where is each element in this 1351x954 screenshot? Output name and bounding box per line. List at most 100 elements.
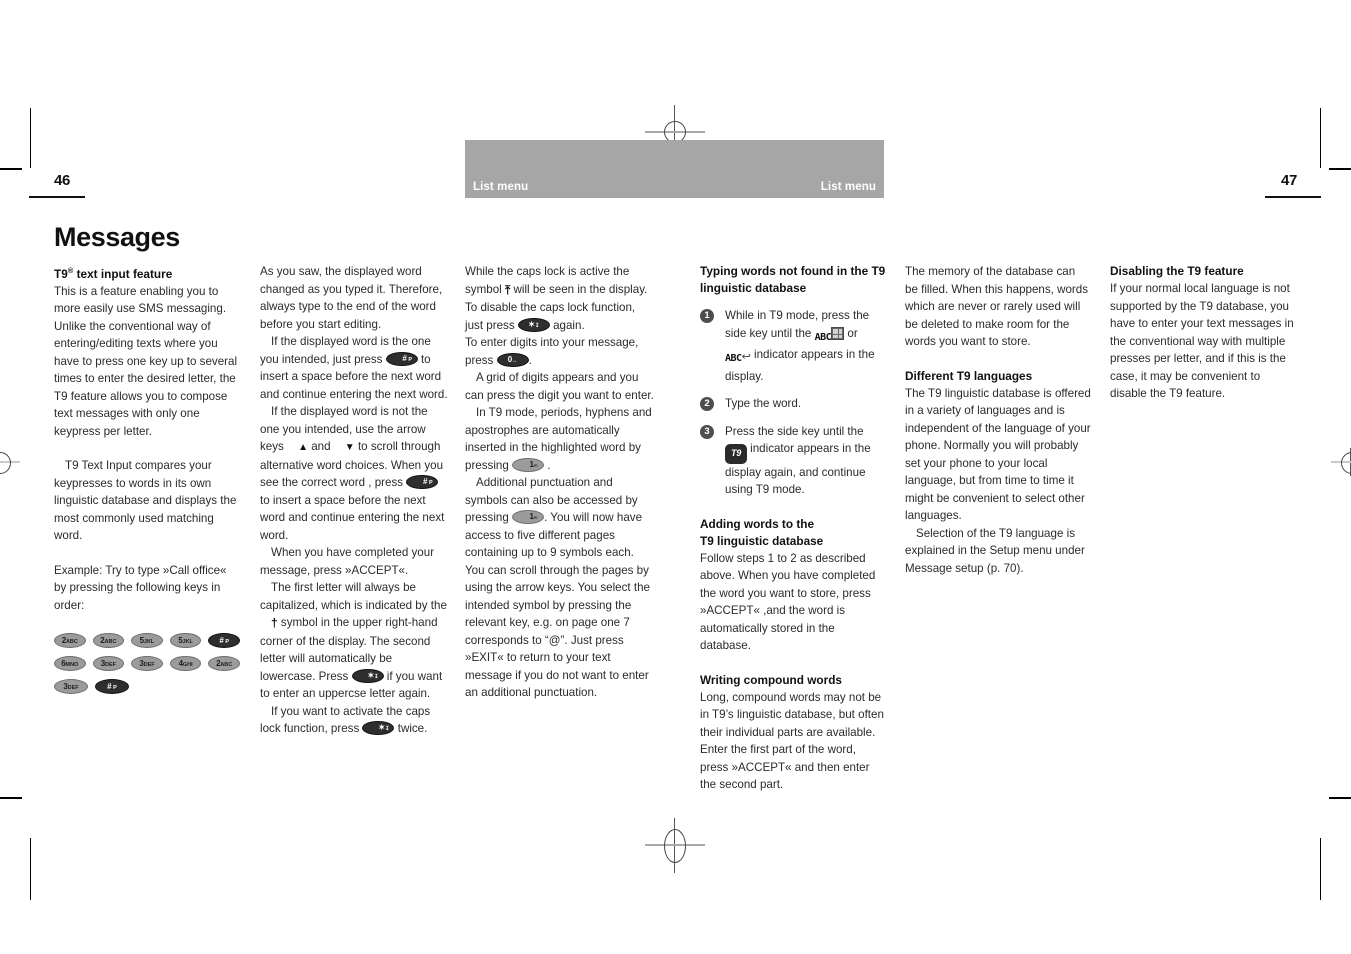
phone-key-4ghi-icon[interactable]: 4GHI [169,656,202,672]
hook-arrow-icon: ↩ [741,351,751,363]
running-head-left-label: List menu [473,181,529,193]
c2-paragraph-5: The first letter will always be capitali… [260,579,450,703]
column-6: Disabling the T9 feature If your normal … [1110,263,1296,403]
capslock-indicator-icon: ⤒ [504,282,511,297]
phone-key-6mno-icon[interactable]: 6MNO [54,656,86,672]
step-number-badge: 2 [700,397,714,411]
phone-key-hash-icon[interactable]: # P [208,633,240,649]
c3-paragraph-4: In T9 mode, periods, hyphens and apostro… [465,404,655,474]
heading-t9-main: T9 [54,266,68,281]
c1-paragraph-1: This is a feature enabling you to more e… [54,284,238,438]
heading-adding-words-line2: T9 linguistic database [700,533,824,548]
key-row-3: 3DEF # P [54,679,240,695]
heading-writing-compound-words: Writing compound words [700,672,842,687]
phone-key-zero-icon[interactable]: 0↔ [496,352,529,367]
c1-paragraph-2: T9 Text Input compares your keypresses t… [54,459,237,543]
abc-indicator-icon: ABC [814,331,832,343]
c3-paragraph-1: While the caps lock is active the symbol… [465,263,655,334]
phone-key-2abc-icon[interactable]: 2ABC [208,656,240,672]
c3-p2-text-b: . [528,353,532,367]
registration-mark-left-edge [0,448,20,476]
c2-paragraph-3: If the displayed word is not the one you… [260,403,450,544]
page-number-left-rule [29,196,85,198]
phone-key-star-icon[interactable]: ✶↧ [517,317,550,332]
phone-key-5jkl-icon[interactable]: 5JKL [131,633,163,649]
c5-paragraph-1: The memory of the database can be filled… [905,265,1089,348]
list-item: 3 Press the side key until the T9 indica… [700,423,886,499]
c3-p4-text-b: . [547,458,551,472]
heading-typing-words-not-found-line1: Typing words not found in the T9 [700,264,886,278]
heading-disabling-the-t9-feature: Disabling the T9 feature [1110,264,1244,278]
step-body: Press the side key until the T9 indicato… [725,423,886,499]
crop-mark-right-top-horizontal [1329,168,1351,170]
list-item: 2 Type the word. [700,395,886,413]
phone-key-star-icon[interactable]: ✶↧ [362,721,395,735]
key-row-2: 6MNO 3DEF 3DEF 4GHI 2ABC [54,656,240,672]
phone-key-hash-icon[interactable]: # P [406,475,439,489]
c6-paragraph-1: If your normal local language is not sup… [1110,282,1294,400]
step-body: While in T9 mode, press the side key unt… [725,307,886,385]
c2-paragraph-6: If you want to activate the caps lock fu… [260,703,450,738]
crop-mark-right-bottom-horizontal [1329,797,1351,799]
phone-key-3def-icon[interactable]: 3DEF [54,679,88,695]
phone-key-one-icon[interactable]: 1∞ [512,457,545,472]
column-5: The memory of the database can be filled… [905,263,1091,577]
phone-key-one-icon[interactable]: 1∞ [512,510,545,524]
step-body: Type the word. [725,397,802,410]
c2-p5-text-a: The first letter will always be capitali… [260,581,447,612]
phone-key-hash-icon[interactable]: # P [385,351,418,366]
arrow-up-icon: ▲ [298,442,308,453]
c2-p3-text-b: and [311,440,331,453]
c2-paragraph-1: As you saw, the displayed word changed a… [260,265,443,331]
crop-mark-left-bottom-horizontal [0,797,22,799]
c3-p4-text-a: In T9 mode, periods, hyphens and apostro… [465,406,652,472]
c2-p3-text-d: to insert a space before the next word a… [260,493,445,542]
crop-mark-bottom-left-vertical [30,838,31,900]
c3-paragraph-5: Additional punctuation and symbols can a… [465,474,655,702]
c2-paragraph-4: When you have completed your message, pr… [260,546,435,577]
heading-t9-rest: text input feature [73,266,173,281]
caps-indicator-icon: † [271,616,278,630]
phone-key-hash-icon[interactable]: # P [95,679,129,695]
c2-paragraph-2: If the displayed word is the one you int… [260,333,450,403]
abc-indicator-icon: ABC [725,353,742,364]
c5-paragraph-2: The T9 linguistic database is offered in… [905,386,1091,523]
heading-different-t9-languages: Different T9 languages [905,368,1033,383]
crop-mark-left-top-horizontal [0,168,22,170]
phone-key-2abc-icon[interactable]: 2ABC [92,633,125,649]
key-row-1: 2ABC 2ABC 5JKL 5JKL # P [54,633,240,649]
c4-paragraph-1: Follow steps 1 to 2 as described above. … [700,551,876,653]
c1-paragraph-3: Example: Try to type »Call office« by pr… [54,563,227,612]
example-key-sequence: 2ABC 2ABC 5JKL 5JKL # P 6MNO 3DEF 3DEF 4… [54,633,240,695]
c3-paragraph-3: A grid of digits appears and you can pre… [465,371,654,402]
page-number-left: 46 [54,172,71,189]
phone-key-star-icon[interactable]: ✶↧ [351,668,384,683]
c2-p6-text-b: twice. [397,722,428,735]
registration-mark-right-edge [1331,448,1351,476]
phone-key-5jkl-icon[interactable]: 5JKL [169,633,202,649]
arrow-down-icon: ▼ [344,442,355,453]
step-number-badge: 1 [700,309,714,323]
column-3: While the caps lock is active the symbol… [465,263,655,702]
grid-indicator-icon [831,326,845,340]
phone-key-2abc-icon[interactable]: 2ABC [54,633,86,649]
c3-paragraph-2: To enter digits into your message, press… [465,334,655,369]
phone-key-3def-icon[interactable]: 3DEF [131,656,163,672]
running-head-right-label: List menu [820,181,876,193]
c3-p2-text-a: To enter digits into your message, press [465,336,639,367]
step1-text-b: or [847,326,858,340]
step3-text-a: Press the side key until the [725,424,864,438]
steps-list: 1 While in T9 mode, press the side key u… [700,307,886,499]
running-head-band: List menu List menu [465,140,884,198]
heading-t9-text-input-feature: T9® text input feature [54,263,240,282]
column-2: As you saw, the displayed word changed a… [260,263,450,738]
t9-indicator-icon: T9 [725,444,747,464]
crop-mark-top-right-vertical [1320,108,1321,168]
step3-text-b: indicator appears in the display again, … [725,442,871,496]
page-number-right: 47 [1281,172,1298,189]
list-item: 1 While in T9 mode, press the side key u… [700,307,886,385]
phone-key-3def-icon[interactable]: 3DEF [92,656,125,672]
heading-adding-words-line1: Adding words to the [700,516,815,531]
column-1: T9® text input feature This is a feature… [54,263,240,702]
crop-mark-top-left-vertical [30,108,31,168]
